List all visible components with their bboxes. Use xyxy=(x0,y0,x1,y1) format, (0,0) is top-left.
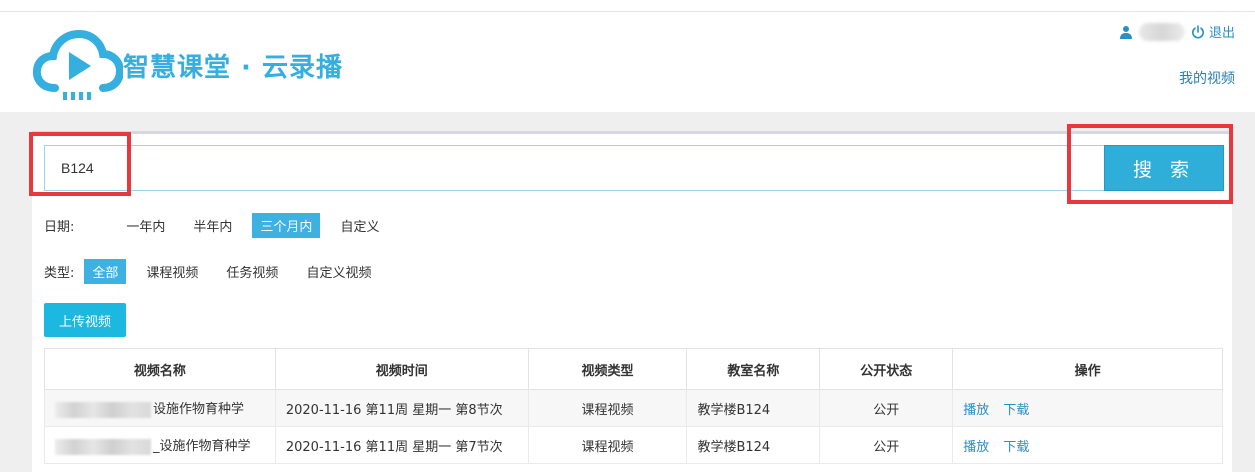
classroom-name: 教学楼B124 xyxy=(686,426,821,464)
actions-cell: 播放 下载 xyxy=(952,389,1223,427)
type-filter-course[interactable]: 课程视频 xyxy=(138,259,206,284)
type-filter-all[interactable]: 全部 xyxy=(84,259,127,284)
table-header-row: 视频名称 视频时间 视频类型 教室名称 公开状态 操作 xyxy=(44,348,1223,390)
column-header-room[interactable]: 教室名称 xyxy=(686,348,821,390)
video-type: 课程视频 xyxy=(527,426,688,464)
classroom-name: 教学楼B124 xyxy=(686,389,821,427)
video-time: 2020-11-16 第11周 星期一 第8节次 xyxy=(274,389,529,427)
video-name: 设施作物育种学 xyxy=(153,402,245,418)
top-strip xyxy=(0,0,1255,12)
logout-link[interactable]: 退出 xyxy=(1209,22,1235,41)
date-filter-label: 日期: xyxy=(44,220,75,235)
type-filter-label: 类型: xyxy=(44,266,75,281)
redacted-text xyxy=(55,438,151,455)
type-filter-task[interactable]: 任务视频 xyxy=(218,259,286,284)
date-filter-one-year[interactable]: 一年内 xyxy=(118,213,173,238)
highlight-box-search-input xyxy=(29,132,131,196)
date-filter-row: 日期: 一年内 半年内 三个月内 自定义 xyxy=(44,213,399,238)
video-name-cell: 设施作物育种学 xyxy=(44,389,276,427)
user-icon xyxy=(1119,25,1132,39)
highlight-box-search-button xyxy=(1067,124,1233,204)
user-bar: 退出 xyxy=(1119,22,1235,41)
table-row: 设施作物育种学 2020-11-16 第11周 星期一 第8节次 课程视频 教学… xyxy=(44,389,1223,427)
header: 智慧课堂 · 云录播 退出 我的视频 xyxy=(0,12,1255,112)
date-filter-half-year[interactable]: 半年内 xyxy=(185,213,240,238)
column-header-time[interactable]: 视频时间 xyxy=(274,348,529,390)
brand-title: 智慧课堂 · 云录播 xyxy=(123,53,343,83)
table-row: _设施作物育种学 2020-11-16 第11周 星期一 第7节次 课程视频 教… xyxy=(44,426,1223,464)
column-header-actions: 操作 xyxy=(952,348,1223,390)
power-icon[interactable] xyxy=(1191,24,1205,39)
type-filter-row: 类型: 全部 课程视频 任务视频 自定义视频 xyxy=(44,259,391,284)
type-filter-custom[interactable]: 自定义视频 xyxy=(298,259,379,284)
column-header-status[interactable]: 公开状态 xyxy=(819,348,954,390)
upload-video-button[interactable]: 上传视频 xyxy=(44,303,126,337)
date-filter-three-months[interactable]: 三个月内 xyxy=(252,213,321,238)
public-status: 公开 xyxy=(819,426,954,464)
username-avatar[interactable] xyxy=(1138,22,1185,41)
video-time: 2020-11-16 第11周 星期一 第7节次 xyxy=(274,426,529,464)
video-table: 视频名称 视频时间 视频类型 教室名称 公开状态 操作 设施作物育种学 2020… xyxy=(44,348,1223,464)
video-type: 课程视频 xyxy=(527,389,688,427)
public-status: 公开 xyxy=(819,389,954,427)
cloud-play-logo-icon xyxy=(33,29,123,100)
video-name: _设施作物育种学 xyxy=(153,439,251,455)
play-link[interactable]: 播放 xyxy=(963,403,989,418)
download-link[interactable]: 下载 xyxy=(1003,440,1029,455)
my-videos-link[interactable]: 我的视频 xyxy=(1179,68,1235,88)
column-header-type[interactable]: 视频类型 xyxy=(527,348,688,390)
redacted-text xyxy=(55,401,151,418)
column-header-name[interactable]: 视频名称 xyxy=(44,348,276,390)
date-filter-custom[interactable]: 自定义 xyxy=(332,213,387,238)
video-name-cell: _设施作物育种学 xyxy=(44,426,276,464)
actions-cell: 播放 下载 xyxy=(952,426,1223,464)
play-link[interactable]: 播放 xyxy=(963,440,989,455)
download-link[interactable]: 下载 xyxy=(1003,403,1029,418)
search-input[interactable]: B124 xyxy=(44,145,1106,191)
